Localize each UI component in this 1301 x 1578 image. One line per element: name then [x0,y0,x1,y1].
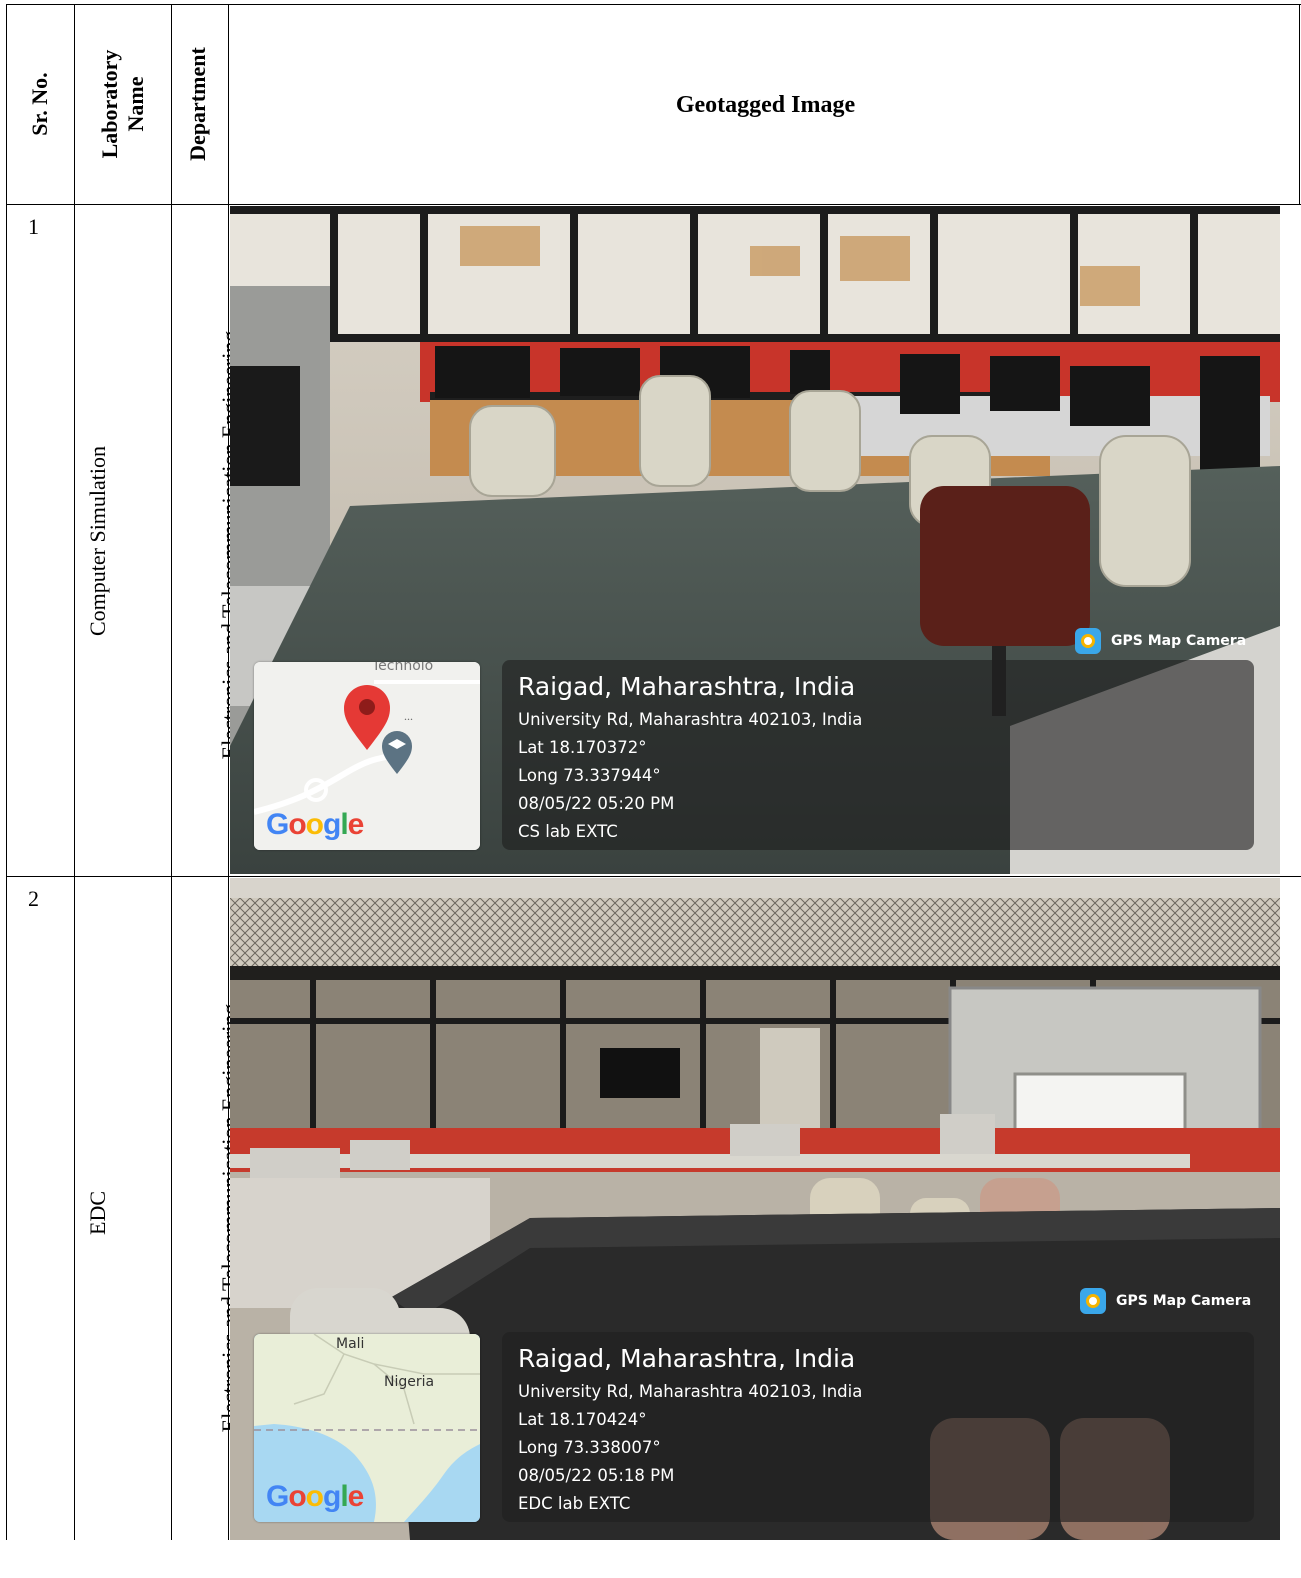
camera-app-icon [1080,1288,1106,1314]
address-2: University Rd, Maharashtra 402103, India [518,1382,863,1401]
google-logo-2: Google [266,1480,364,1513]
latitude-1: Lat 18.170372° [518,738,647,757]
gps-map-camera-badge-1: GPS Map Camera [1075,626,1246,656]
datetime-1: 08/05/22 05:20 PM [518,794,675,813]
latitude-2: Lat 18.170424° [518,1410,647,1429]
location-info-card-2: Raigad, Maharashtra, India University Rd… [502,1332,1254,1522]
google-logo-1: Google [266,808,364,841]
header-geotagged-image: Geotagged Image [675,92,856,118]
row-2-lab-name: EDC [85,1191,110,1235]
header-laboratory-name: Laboratory Name [97,24,149,184]
map-thumbnail-2: Mali Nigeria Google [254,1334,480,1522]
header-sr-no: Sr. No. [27,72,52,136]
camera-app-icon [1075,628,1101,654]
location-info-card-1: Raigad, Maharashtra, India University Rd… [502,660,1254,850]
gps-map-camera-badge-2: GPS Map Camera [1080,1286,1251,1316]
longitude-1: Long 73.337944° [518,766,661,785]
datetime-2: 08/05/22 05:18 PM [518,1466,675,1485]
location-title-2: Raigad, Maharashtra, India [518,1344,856,1373]
header-lab-line1: Laboratory [97,49,122,159]
table-col-divider-2 [171,4,172,1540]
longitude-2: Long 73.338007° [518,1438,661,1457]
row-2-sr-no: 2 [28,886,39,911]
row-1-lab-name: Computer Simulation [85,445,110,637]
table-col-divider-1 [74,4,75,1540]
note-2: EDC lab EXTC [518,1494,631,1513]
table-border-top [6,4,1301,5]
note-1: CS lab EXTC [518,822,618,841]
address-1: University Rd, Maharashtra 402103, India [518,710,863,729]
table-header-divider [6,204,1301,205]
map-country-label-nigeria: Nigeria [384,1374,434,1390]
map-place-label: Technolo [371,662,433,674]
geotagged-photo-1: GPS Map Camera Technolo ... Google Raiga… [230,206,1280,874]
geotagged-photo-2: GPS Map Camera Mali Nigeria Google Raiga… [230,878,1280,1540]
header-department: Department [185,47,210,161]
gps-label-2: GPS Map Camera [1116,1293,1252,1309]
map-thumbnail-1: Technolo ... Google [254,662,480,850]
table-row-divider [6,876,1301,877]
map-country-label-mali: Mali [336,1336,364,1352]
row-1-sr-no: 1 [28,214,39,239]
gps-label-1: GPS Map Camera [1111,633,1247,649]
table-border-left [6,4,7,1540]
header-lab-line2: Name [123,76,148,132]
map-ellipsis: ... [404,709,413,723]
location-title-1: Raigad, Maharashtra, India [518,672,856,701]
